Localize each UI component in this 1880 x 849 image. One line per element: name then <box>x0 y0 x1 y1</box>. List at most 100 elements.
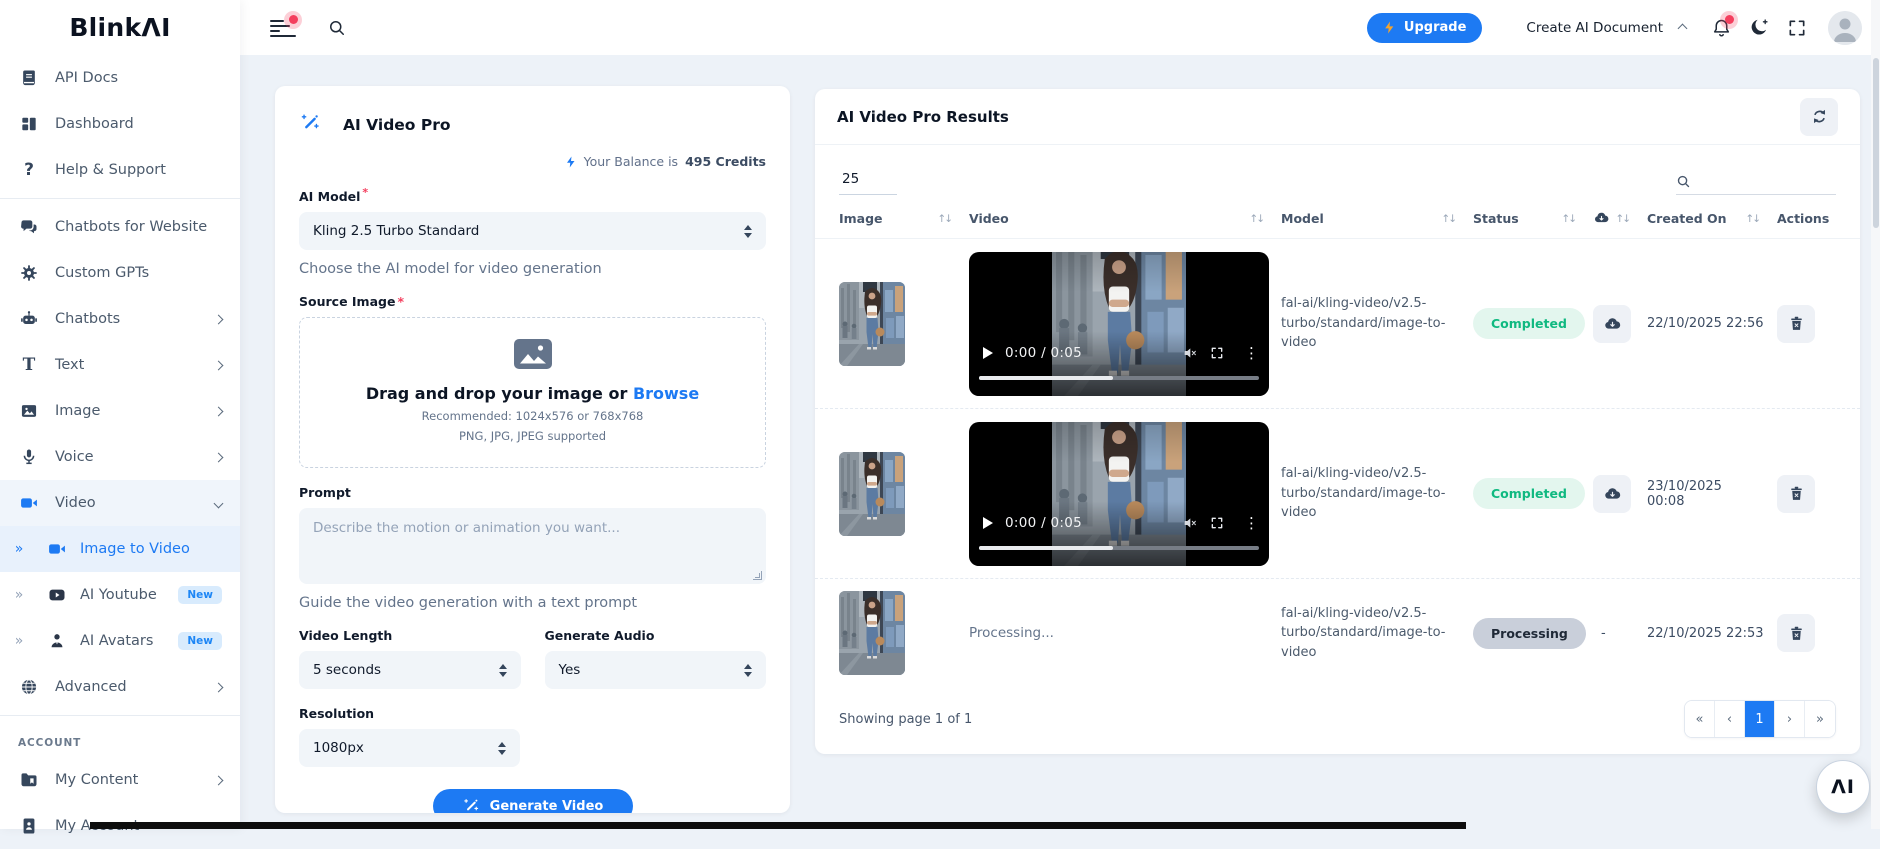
dark-mode-moon-icon[interactable] <box>1740 9 1778 47</box>
upgrade-button[interactable]: Upgrade <box>1367 13 1482 43</box>
refresh-icon <box>1810 107 1829 126</box>
results-search-input[interactable] <box>1697 174 1832 189</box>
sidebar-nav: API Docs Dashboard ? Help & Support Chat… <box>0 55 240 849</box>
source-image-thumbnail[interactable] <box>839 282 905 366</box>
sidebar-item-dashboard[interactable]: Dashboard <box>0 101 240 147</box>
video-length-select[interactable]: 5 seconds <box>299 651 521 689</box>
sidebar-item-custom-gpts[interactable]: Custom GPTs <box>0 250 240 296</box>
paging-status-text: Showing page 1 of 1 <box>839 712 972 727</box>
delete-button[interactable] <box>1777 475 1815 513</box>
sidebar-item-chatbots[interactable]: Chatbots <box>0 296 240 342</box>
ai-model-select[interactable]: Kling 2.5 Turbo Standard <box>299 212 766 250</box>
sort-icon[interactable]: ↑↓ <box>1249 213 1263 225</box>
sidebar-item-my-content[interactable]: My Content <box>0 757 240 803</box>
person-icon <box>46 630 68 652</box>
chevron-down-icon <box>215 495 222 511</box>
sort-icon[interactable]: ↑↓ <box>1615 213 1629 225</box>
delete-button[interactable] <box>1777 614 1815 652</box>
delete-button[interactable] <box>1777 305 1815 343</box>
menu-toggle-icon[interactable] <box>270 18 296 38</box>
sidebar-item-chatbots-website[interactable]: Chatbots for Website <box>0 204 240 250</box>
model-cell: fal-ai/kling-video/v2.5-turbo/standard/i… <box>1281 464 1463 523</box>
create-ai-document-button[interactable]: Create AI Document <box>1526 20 1663 36</box>
notification-dot <box>1720 11 1738 29</box>
source-image-thumbnail[interactable] <box>839 591 905 675</box>
play-icon[interactable] <box>983 347 993 359</box>
fullscreen-icon[interactable] <box>1210 516 1224 530</box>
sort-icon[interactable]: ↑↓ <box>1561 213 1575 225</box>
first-page-button[interactable]: « <box>1685 701 1715 737</box>
page-size-select[interactable]: 25 <box>839 171 897 195</box>
video-progress-bar[interactable] <box>979 546 1259 550</box>
gear-icon <box>18 262 40 284</box>
pagination: « ‹ 1 › » <box>1684 700 1836 738</box>
video-player[interactable]: 0:00 / 0:05 ⋮ <box>969 252 1269 396</box>
source-image-thumbnail[interactable] <box>839 452 905 536</box>
sidebar-item-voice[interactable]: Voice <box>0 434 240 480</box>
generate-audio-select[interactable]: Yes <box>545 651 767 689</box>
sidebar-item-help[interactable]: ? Help & Support <box>0 147 240 193</box>
image-placeholder-icon <box>514 339 552 369</box>
ai-assistant-fab[interactable]: ΛI <box>1816 760 1870 814</box>
user-avatar[interactable] <box>1828 11 1862 45</box>
sidebar-item-advanced[interactable]: Advanced <box>0 664 240 710</box>
table-row: 0:00 / 0:05 ⋮ fal-ai/kling-video/v2.5-tu… <box>815 239 1860 409</box>
last-page-button[interactable]: » <box>1805 701 1835 737</box>
chevron-right-icon <box>215 679 222 695</box>
sidebar-item-label: My Content <box>55 772 138 788</box>
page-1-button[interactable]: 1 <box>1745 701 1775 737</box>
sidebar-item-text[interactable]: T Text <box>0 342 240 388</box>
sidebar: BlinkΛI API Docs Dashboard ? Help & Supp… <box>0 0 240 829</box>
table-header-row: Image↑↓ Video↑↓ Model↑↓ Status↑↓ ↑↓ Crea… <box>815 199 1860 239</box>
notifications-bell-icon[interactable] <box>1702 9 1740 47</box>
search-icon[interactable] <box>318 9 356 47</box>
sort-icon[interactable]: ↑↓ <box>1745 213 1759 225</box>
scrollbar-thumb[interactable] <box>1873 58 1879 228</box>
download-button[interactable] <box>1593 475 1631 513</box>
play-icon[interactable] <box>983 517 993 529</box>
kebab-menu-icon[interactable]: ⋮ <box>1244 344 1259 362</box>
generate-video-button[interactable]: Generate Video <box>433 789 633 813</box>
globe-icon <box>18 676 40 698</box>
kebab-menu-icon[interactable]: ⋮ <box>1244 514 1259 532</box>
sidebar-item-image[interactable]: Image <box>0 388 240 434</box>
sort-icon[interactable]: ↑↓ <box>937 213 951 225</box>
video-player[interactable]: 0:00 / 0:05 ⋮ <box>969 422 1269 566</box>
select-arrows-icon <box>744 225 752 238</box>
bottom-cropped-bar <box>90 822 1466 829</box>
chevron-right-icon <box>215 403 222 419</box>
volume-muted-icon[interactable] <box>1182 345 1198 361</box>
prev-page-button[interactable]: ‹ <box>1715 701 1745 737</box>
chevron-up-icon[interactable] <box>1679 20 1686 36</box>
sidebar-item-ai-avatars[interactable]: » AI Avatars New <box>0 618 240 664</box>
volume-muted-icon[interactable] <box>1182 515 1198 531</box>
prompt-textarea[interactable]: Describe the motion or animation you wan… <box>299 508 766 584</box>
sidebar-item-api-docs[interactable]: API Docs <box>0 55 240 101</box>
refresh-button[interactable] <box>1800 98 1838 136</box>
created-on-cell: 22/10/2025 22:53 <box>1647 626 1777 641</box>
video-progress-bar[interactable] <box>979 376 1259 380</box>
download-button[interactable] <box>1593 305 1631 343</box>
dropzone-text: Drag and drop your image or Browse <box>308 384 757 403</box>
sidebar-item-ai-youtube[interactable]: » AI Youtube New <box>0 572 240 618</box>
fullscreen-icon[interactable] <box>1210 346 1224 360</box>
sidebar-divider <box>0 198 240 199</box>
video-time: 0:00 / 0:05 <box>1005 345 1082 361</box>
next-page-button[interactable]: › <box>1775 701 1805 737</box>
sidebar-item-video[interactable]: Video <box>0 480 240 526</box>
resize-handle-icon[interactable] <box>753 571 762 580</box>
dropzone-recommend-text: Recommended: 1024x576 or 768x768 <box>308 409 757 423</box>
video-processing-text: Processing... <box>969 625 1281 641</box>
fullscreen-icon[interactable] <box>1778 9 1816 47</box>
select-arrows-icon <box>499 664 507 677</box>
page-scrollbar[interactable] <box>1871 0 1880 829</box>
notification-dot <box>284 11 302 29</box>
results-panel: AI Video Pro Results 25 Image↑↓ Video↑↓ … <box>815 89 1860 754</box>
status-badge: Completed <box>1473 478 1585 509</box>
sidebar-item-image-to-video[interactable]: » Image to Video <box>0 526 240 572</box>
sort-icon[interactable]: ↑↓ <box>1441 213 1455 225</box>
video-camera-icon <box>46 538 68 560</box>
image-dropzone[interactable]: Drag and drop your image or Browse Recom… <box>299 317 766 468</box>
resolution-select[interactable]: 1080px <box>299 729 520 767</box>
browse-link[interactable]: Browse <box>633 384 699 403</box>
